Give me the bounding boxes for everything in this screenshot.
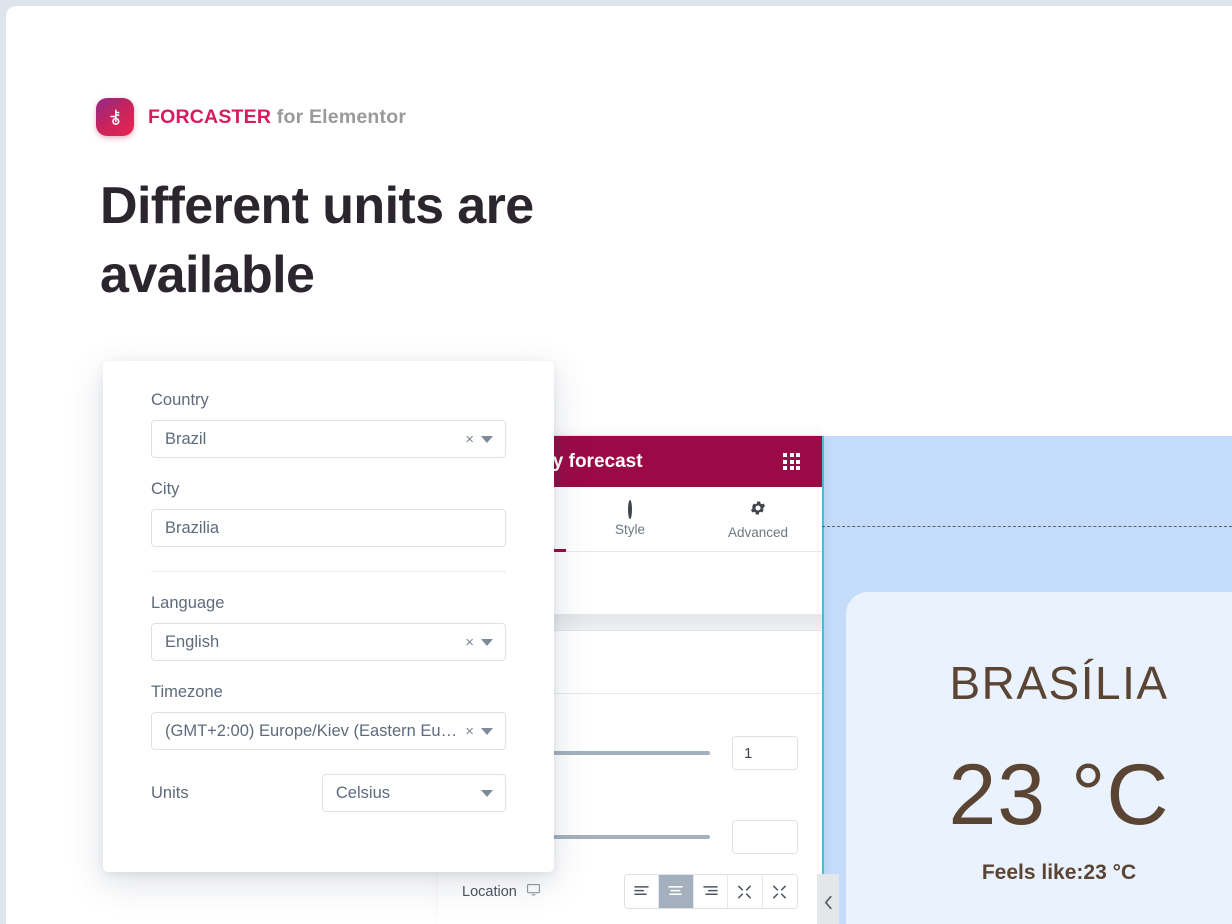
- alignment-button-group: [623, 874, 798, 909]
- section-dashed-guide: [822, 526, 1232, 527]
- field-timezone: Timezone (GMT+2:00) Europe/Kiev (Eastern…: [151, 683, 506, 750]
- clear-icon[interactable]: ×: [463, 635, 481, 650]
- tab-advanced-label: Advanced: [727, 524, 789, 540]
- chevron-down-icon[interactable]: [481, 727, 493, 735]
- align-stretch-button[interactable]: [762, 875, 797, 908]
- tab-style-label: Style: [614, 521, 645, 537]
- page-root: FORCASTER for Elementor Different units …: [6, 6, 1232, 924]
- clear-icon[interactable]: ×: [463, 724, 481, 739]
- page-title: Different units are available: [100, 177, 534, 304]
- field-country-value: Brazil: [165, 429, 207, 448]
- weather-temperature: 23 °C: [948, 747, 1170, 843]
- field-language-select[interactable]: English ×: [151, 623, 506, 661]
- apps-grid-icon[interactable]: [783, 453, 800, 470]
- field-country: Country Brazil ×: [151, 391, 506, 458]
- brand-logo-lockup: FORCASTER for Elementor: [96, 98, 406, 136]
- field-country-label: Country: [151, 391, 209, 409]
- field-timezone-value: (GMT+2:00) Europe/Kiev (Eastern Eu…: [165, 721, 458, 740]
- align-right-button[interactable]: [693, 875, 728, 908]
- field-city-input[interactable]: Brazilia: [151, 509, 506, 547]
- field-city: City Brazilia: [151, 480, 506, 547]
- field-timezone-select[interactable]: (GMT+2:00) Europe/Kiev (Eastern Eu… ×: [151, 712, 506, 750]
- control-location-label: Location: [462, 882, 541, 901]
- clear-icon[interactable]: ×: [463, 432, 481, 447]
- field-language-value: English: [165, 632, 220, 651]
- align-center-button[interactable]: [659, 875, 694, 908]
- contrast-icon: [628, 499, 632, 519]
- field-units-select[interactable]: Celsius: [321, 774, 506, 812]
- field-city-value: Brazilia: [165, 518, 220, 537]
- field-language: Language English ×: [151, 594, 506, 661]
- brand-name: FORCASTER for Elementor: [148, 106, 406, 129]
- thermometer-icon: [96, 98, 134, 136]
- gear-icon: [749, 499, 767, 520]
- preview-canvas: Edit Column BRASÍLIA 23 °C Feels like:23…: [822, 436, 1232, 924]
- field-timezone-label: Timezone: [151, 683, 223, 701]
- tab-style[interactable]: Style: [566, 487, 694, 551]
- field-units-label: Units: [151, 783, 189, 802]
- desktop-monitor-icon[interactable]: [526, 882, 541, 901]
- weather-city: BRASÍLIA: [949, 657, 1169, 709]
- chevron-down-icon[interactable]: [481, 638, 493, 646]
- card-divider: [151, 571, 506, 572]
- field-units: Units Celsius: [151, 774, 506, 812]
- weather-widget-card: BRASÍLIA 23 °C Feels like:23 °C: [846, 592, 1232, 924]
- tab-advanced[interactable]: Advanced: [694, 487, 822, 551]
- weather-feels-like: Feels like:23 °C: [981, 861, 1137, 884]
- skip-items-input[interactable]: 1: [732, 736, 798, 770]
- total-items-input[interactable]: [732, 820, 798, 854]
- align-justify-button[interactable]: [728, 875, 763, 908]
- chevron-down-icon[interactable]: [481, 789, 493, 797]
- forecaster-settings-card: Country Brazil × City Brazilia Language …: [103, 361, 554, 872]
- field-language-label: Language: [151, 594, 225, 612]
- panel-collapse-button[interactable]: [817, 874, 839, 924]
- field-city-label: City: [151, 480, 180, 498]
- brand-name-primary: FORCASTER: [148, 105, 272, 128]
- chevron-down-icon[interactable]: [481, 435, 493, 443]
- brand-name-secondary: for Elementor: [271, 105, 407, 128]
- align-left-button[interactable]: [624, 875, 659, 908]
- field-country-select[interactable]: Brazil ×: [151, 420, 506, 458]
- field-units-value: Celsius: [335, 783, 390, 802]
